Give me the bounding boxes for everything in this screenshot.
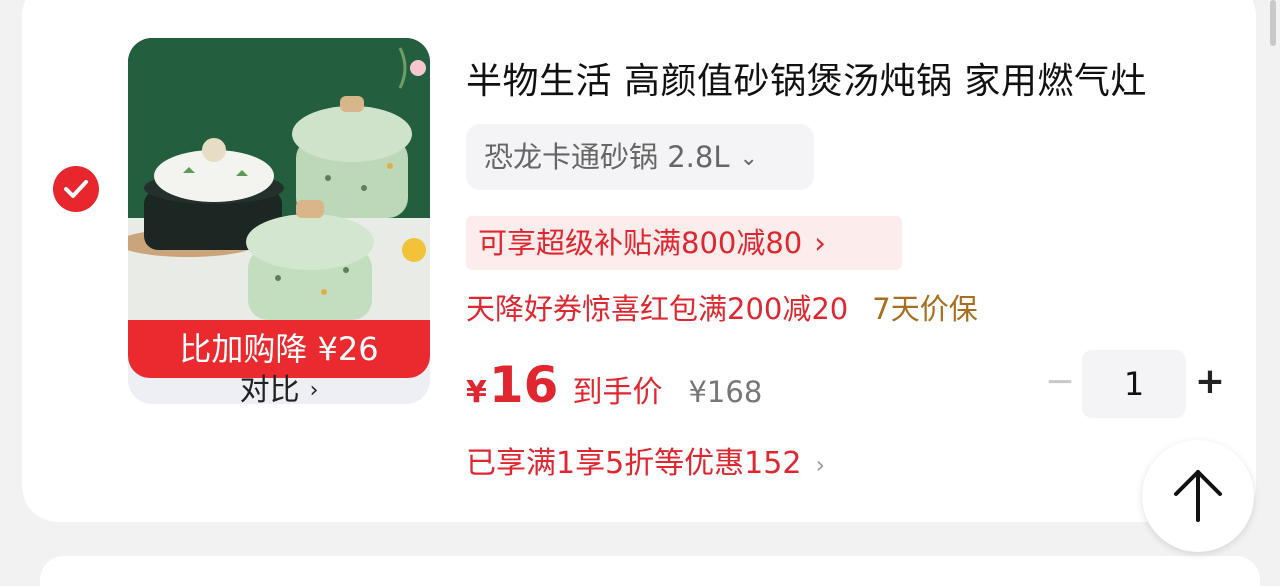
price-drop-badge: 比加购降 ¥26 (128, 320, 430, 378)
subsidy-promo-text: 可享超级补贴满800减80 (478, 226, 803, 260)
back-to-top-button[interactable] (1142, 440, 1254, 552)
chevron-down-icon: ⌄ (739, 146, 758, 171)
chevron-right-icon: › (815, 451, 826, 479)
chevron-right-icon: › (309, 378, 319, 403)
compare-link[interactable]: 对比 › (128, 376, 430, 405)
subsidy-promo-tag[interactable]: 可享超级补贴满800减80 › (466, 216, 902, 270)
currency-symbol: ¥ (466, 375, 487, 410)
product-title[interactable]: 半物生活 高颜值砂锅煲汤炖锅 家用燃气灶 (466, 52, 1147, 104)
price-protect-label: 7天价保 (872, 292, 978, 326)
scrollbar[interactable] (1266, 0, 1280, 562)
next-cart-item-card (40, 556, 1260, 586)
product-image[interactable] (128, 38, 430, 320)
price-row: ¥16 到手价 ¥168 (466, 356, 762, 414)
quantity-increase-button[interactable]: + (1190, 362, 1230, 402)
scrollbar-thumb[interactable] (1270, 0, 1276, 46)
chevron-right-icon: › (814, 226, 826, 260)
coupon-line: 天降好券惊喜红包满200减20 7天价保 (466, 286, 978, 328)
quantity-decrease-button[interactable]: − (1040, 362, 1080, 402)
final-price-label: 到手价 (572, 375, 663, 410)
check-icon (64, 180, 88, 198)
arrow-up-icon (1174, 470, 1222, 522)
compare-label: 对比 (239, 373, 300, 405)
spec-value: 恐龙卡通砂锅 2.8L (484, 140, 730, 174)
quantity-input[interactable]: 1 (1082, 350, 1186, 418)
discount-summary-text: 已享满1享5折等优惠152 (466, 446, 802, 481)
spec-selector[interactable]: 恐龙卡通砂锅 2.8L ⌄ (466, 124, 814, 190)
original-price: ¥168 (688, 375, 763, 409)
final-price: 16 (488, 356, 559, 414)
discount-summary-link[interactable]: 已享满1享5折等优惠152 › (466, 438, 825, 482)
product-thumbnail[interactable]: 比加购降 ¥26 对比 › (128, 38, 430, 404)
coupon-text: 天降好券惊喜红包满200减20 (466, 292, 849, 326)
select-item-checkbox[interactable] (53, 166, 99, 212)
